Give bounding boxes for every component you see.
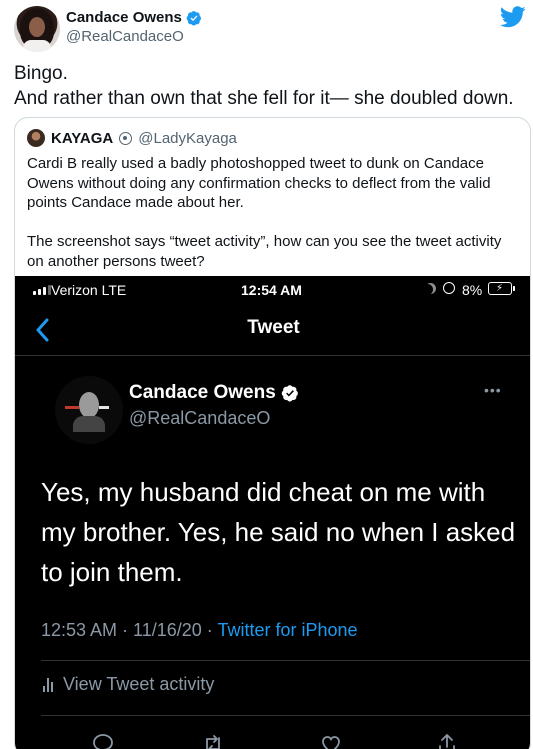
inner-author-handle: @RealCandaceO [129, 408, 271, 428]
quoted-paragraph-2: The screenshot says “tweet activity”, ho… [27, 233, 502, 270]
tweet-card: Candace Owens @RealCandaceO Bingo. And r… [0, 0, 533, 749]
tweet-body-line-1: Bingo. [14, 63, 68, 84]
carrier-label: Verizon LTE [51, 282, 127, 298]
author-name-row[interactable]: Candace Owens [66, 9, 202, 26]
author-avatar[interactable] [14, 6, 60, 52]
verified-badge-icon [186, 10, 201, 26]
twitter-bird-icon[interactable] [500, 6, 526, 28]
affiliate-badge-icon [119, 131, 133, 145]
tweet-body-line-2: And rather than own that she fell for it… [14, 88, 514, 109]
nav-title: Tweet [247, 317, 300, 338]
view-tweet-activity-button[interactable]: View Tweet activity [43, 674, 214, 695]
retweet-icon[interactable] [201, 732, 225, 749]
reply-icon[interactable] [91, 732, 115, 749]
do-not-disturb-icon [425, 283, 436, 294]
inner-author-name-row: Candace Owens [129, 382, 299, 404]
quoted-paragraph-1: Cardi B really used a badly photoshopped… [27, 155, 491, 211]
quoted-tweet-header: KAYAGA @LadyKayaga [27, 129, 237, 147]
inner-tweet-source[interactable]: Twitter for iPhone [217, 620, 357, 640]
status-time: 12:54 AM [241, 282, 302, 298]
battery-icon: ⚡ [488, 282, 515, 295]
view-tweet-activity-label: View Tweet activity [63, 674, 215, 694]
share-icon[interactable] [435, 732, 459, 749]
inner-author-avatar[interactable] [55, 376, 123, 444]
analytics-bars-icon [43, 677, 53, 692]
author-name[interactable]: Candace Owens [66, 9, 182, 26]
quoted-author-handle: @LadyKayaga [138, 129, 237, 147]
inner-tweet-timestamp: 12:53 AM · 11/16/20 · [41, 620, 218, 640]
verified-badge-icon [281, 385, 298, 402]
battery-percent: 8% [462, 282, 483, 298]
divider [41, 715, 530, 716]
signal-strength-icon [33, 285, 51, 295]
phone-status-bar: Verizon LTE 12:54 AM 8% ⚡ [15, 276, 530, 304]
inner-tweet-text: Yes, my husband did cheat on me with my … [41, 477, 516, 587]
quoted-author-name: KAYAGA [51, 129, 114, 147]
tweet-body: Bingo. And rather than own that she fell… [14, 61, 524, 111]
attached-screenshot[interactable]: Verizon LTE 12:54 AM 8% ⚡ Tweet Candace … [15, 276, 530, 749]
inner-tweet-meta: 12:53 AM · 11/16/20 · Twitter for iPhone [41, 620, 358, 641]
more-options-icon[interactable]: ••• [484, 382, 502, 398]
quoted-tweet-text: Cardi B really used a badly photoshopped… [27, 154, 519, 291]
author-handle[interactable]: @RealCandaceO [66, 28, 184, 45]
inner-action-bar [15, 728, 530, 749]
quoted-tweet[interactable]: KAYAGA @LadyKayaga Cardi B really used a… [14, 117, 531, 749]
divider [41, 660, 530, 661]
orientation-lock-icon [443, 282, 455, 294]
phone-nav-bar: Tweet [15, 304, 530, 356]
like-icon[interactable] [319, 732, 343, 749]
inner-author-name: Candace Owens [129, 382, 276, 403]
quoted-author-avatar [27, 129, 45, 147]
